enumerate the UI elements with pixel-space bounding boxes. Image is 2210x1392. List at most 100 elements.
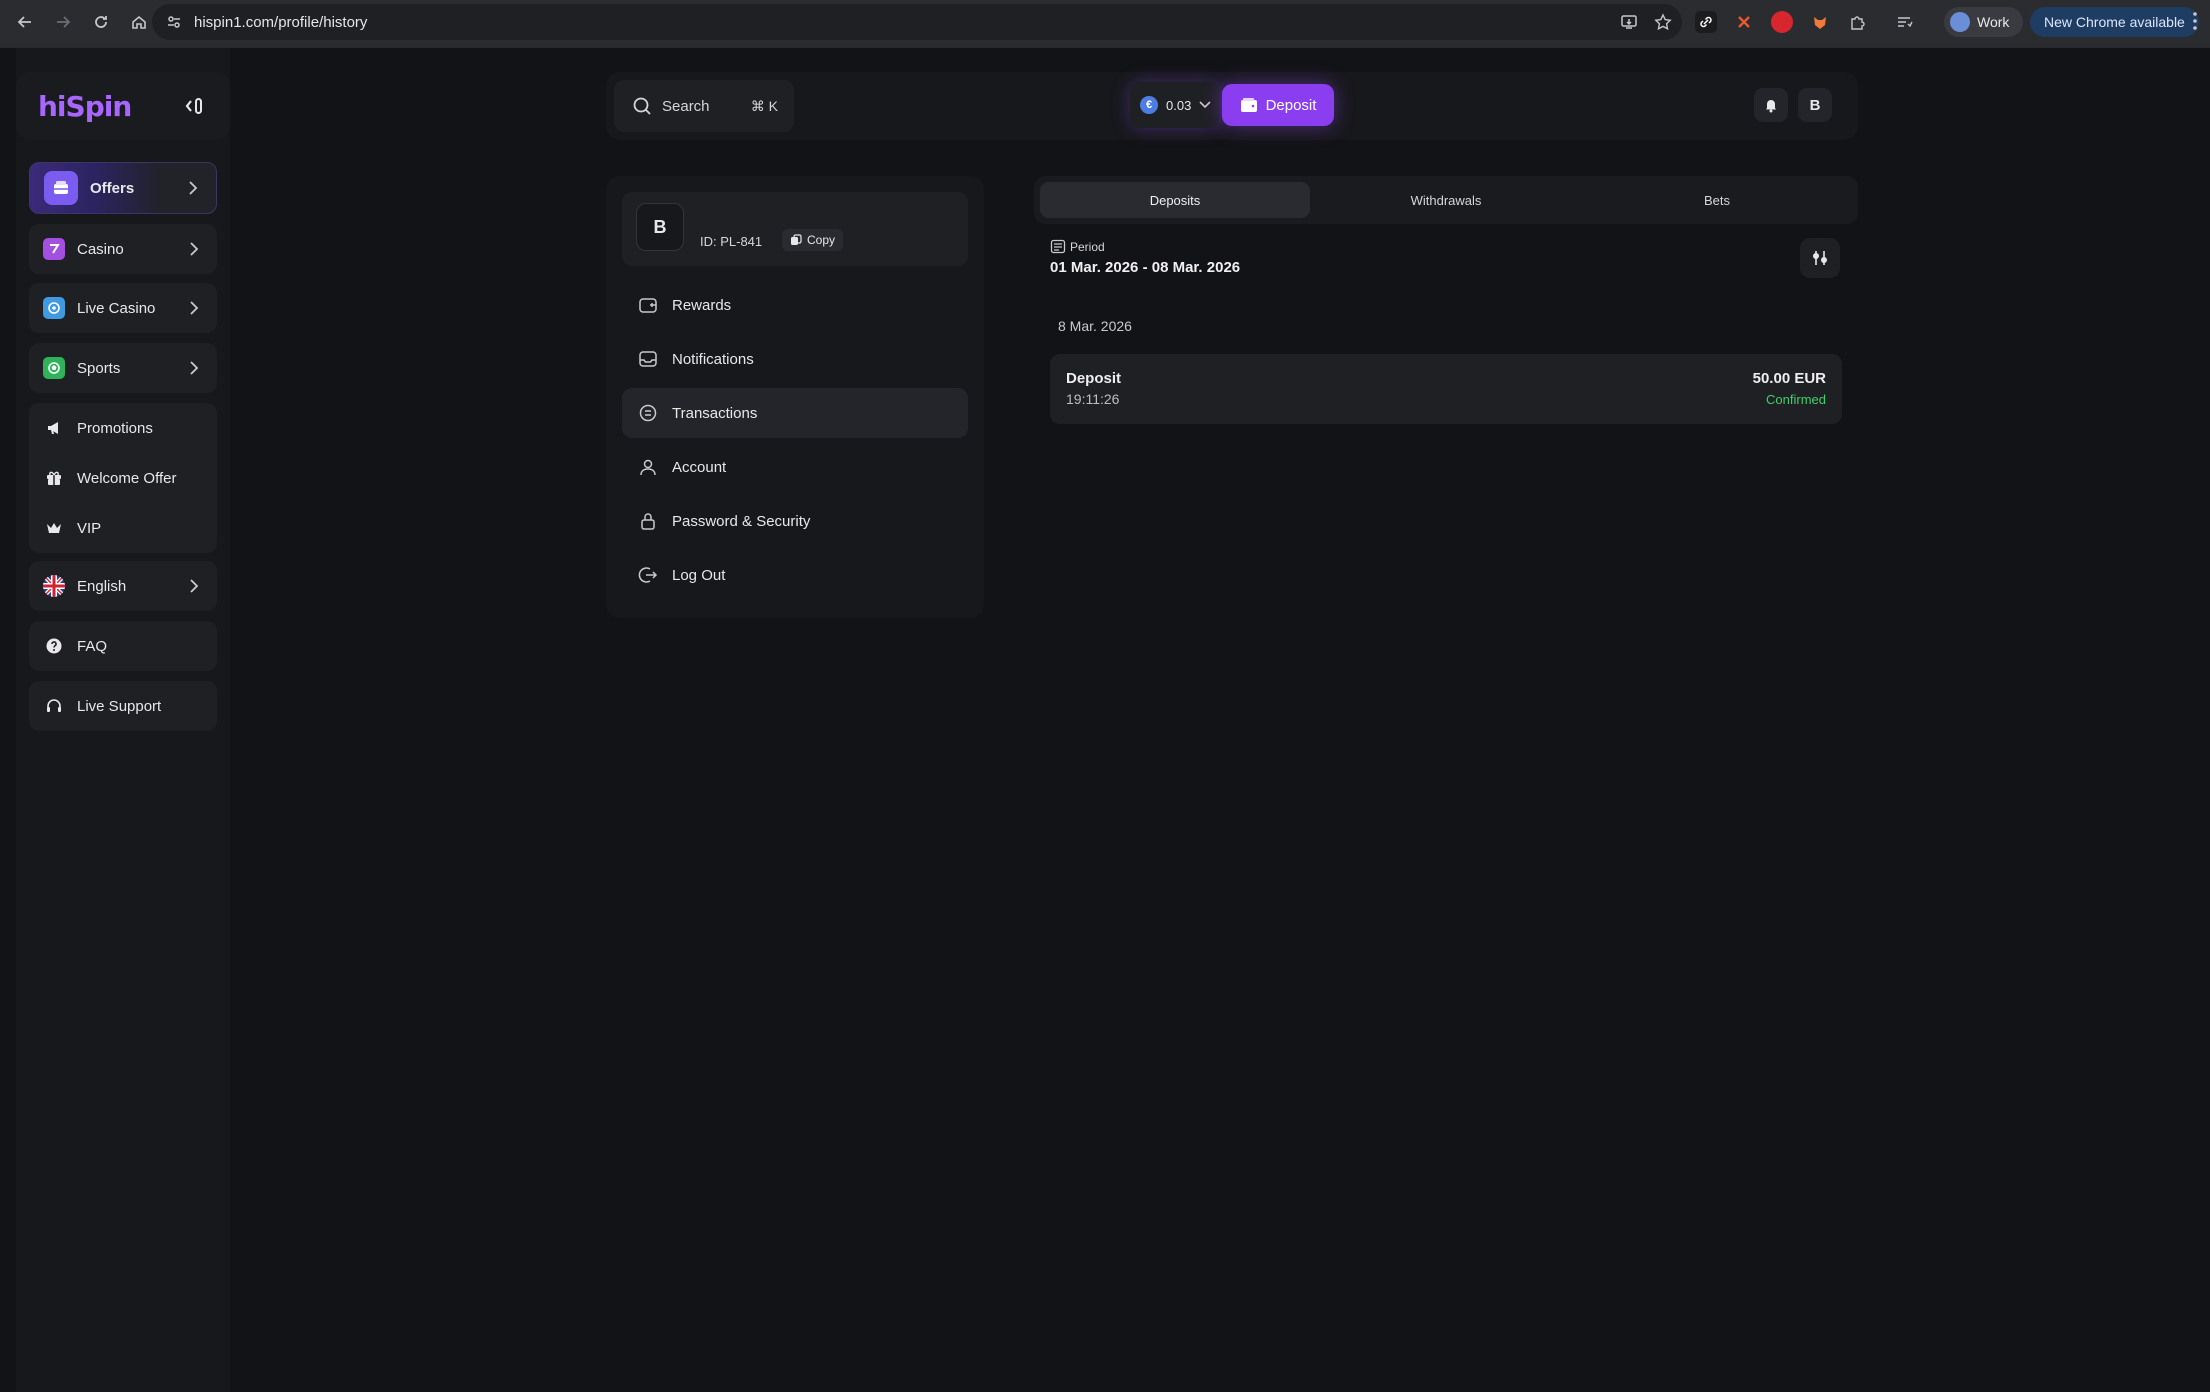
profile-chip[interactable]: Work <box>1944 7 2024 37</box>
transaction-type: Deposit <box>1066 370 1122 387</box>
lock-icon <box>638 511 658 531</box>
menu-item-label: Transactions <box>672 404 758 422</box>
transaction-amount: 50.00 EUR <box>1752 370 1826 387</box>
reading-list-icon[interactable] <box>1893 11 1915 33</box>
browser-toolbar: hispin1.com/profile/history Work New Chr… <box>0 0 2210 44</box>
period-value[interactable]: 01 Mar. 2026 - 08 Mar. 2026 <box>1050 259 1240 276</box>
balance-amount: 0.03 <box>1166 97 1192 113</box>
chevron-down-icon <box>1199 101 1211 109</box>
reload-icon[interactable] <box>82 3 120 41</box>
menu-item-password-security[interactable]: Password & Security <box>622 496 968 546</box>
install-app-icon[interactable] <box>1620 13 1638 31</box>
sidebar-item-label: English <box>77 577 127 595</box>
sidebar-item-language[interactable]: English <box>29 561 217 611</box>
extension-fox-icon[interactable] <box>1809 11 1831 33</box>
tab-withdrawals[interactable]: Withdrawals <box>1311 182 1581 218</box>
filter-button[interactable] <box>1800 238 1840 278</box>
user-initial: B <box>1809 96 1821 114</box>
sidebar-item-vip[interactable]: VIP <box>29 503 217 553</box>
transaction-time: 19:11:26 <box>1066 391 1120 407</box>
menu-item-label: Notifications <box>672 350 754 368</box>
balance-selector[interactable]: € 0.03 <box>1130 82 1220 128</box>
sidebar-item-promotions[interactable]: Promotions <box>29 403 217 453</box>
avatar-initial: B <box>653 216 667 237</box>
profile-menu-panel: B ID: PL-841 Copy Rewards Notifications … <box>606 176 984 618</box>
sidebar-item-live-casino[interactable]: Live Casino <box>29 283 217 333</box>
sidebar-item-label: FAQ <box>77 637 108 655</box>
copy-id-button[interactable]: Copy <box>782 229 844 251</box>
search-icon <box>632 96 652 116</box>
menu-item-notifications[interactable]: Notifications <box>622 334 968 384</box>
gift-icon <box>43 467 65 489</box>
menu-item-label: Account <box>672 458 727 476</box>
user-id: ID: PL-841 <box>700 234 763 249</box>
sports-icon <box>43 357 65 379</box>
extensions-puzzle-icon[interactable] <box>1847 11 1869 33</box>
transaction-row[interactable]: Deposit 19:11:26 50.00 EUR Confirmed <box>1050 354 1842 424</box>
chrome-update-button[interactable]: New Chrome available <box>2030 7 2199 37</box>
bookmark-star-icon[interactable] <box>1654 13 1672 31</box>
copy-icon <box>790 234 802 246</box>
search-label: Search <box>662 97 710 115</box>
back-icon[interactable] <box>6 3 44 41</box>
collapse-sidebar-icon[interactable] <box>184 96 206 116</box>
avatar: B <box>636 203 684 251</box>
logout-icon <box>638 565 658 585</box>
url-text[interactable]: hispin1.com/profile/history <box>194 14 367 31</box>
sidebar-item-label: VIP <box>77 519 102 537</box>
profile-avatar <box>1950 12 1970 32</box>
deposit-label: Deposit <box>1265 96 1317 114</box>
chevron-right-icon <box>189 241 199 257</box>
sidebar-item-label: Live Casino <box>77 299 156 317</box>
sliders-icon <box>1810 248 1830 268</box>
sidebar-item-label: Sports <box>77 359 121 377</box>
megaphone-icon <box>43 417 65 439</box>
site-logo[interactable]: hiSpin <box>38 90 132 123</box>
bell-icon <box>1763 97 1779 113</box>
extension-x-icon[interactable] <box>1733 11 1755 33</box>
chevron-right-icon <box>189 360 199 376</box>
transaction-tabs: Deposits Withdrawals Bets <box>1034 176 1858 224</box>
tab-bets[interactable]: Bets <box>1582 182 1852 218</box>
update-label: New Chrome available <box>2044 14 2185 30</box>
sidebar-item-offers[interactable]: Offers <box>29 162 217 214</box>
menu-item-label: Rewards <box>672 296 732 314</box>
status-badge: Confirmed <box>1766 392 1826 407</box>
menu-item-transactions[interactable]: Transactions <box>622 388 968 438</box>
menu-item-rewards[interactable]: Rewards <box>622 280 968 330</box>
casino-icon <box>43 238 65 260</box>
sidebar-item-casino[interactable]: Casino <box>29 224 217 274</box>
deposit-button[interactable]: Deposit <box>1222 84 1334 126</box>
sidebar-item-label: Live Support <box>77 697 162 715</box>
notifications-button[interactable] <box>1754 88 1788 122</box>
sidebar-item-welcome-offer[interactable]: Welcome Offer <box>29 453 217 503</box>
sidebar-promo-group: Promotions Welcome Offer VIP <box>29 403 217 553</box>
address-bar[interactable]: hispin1.com/profile/history <box>152 4 1682 40</box>
site-settings-icon[interactable] <box>156 4 192 40</box>
rewards-icon <box>638 295 658 315</box>
sidebar-item-faq[interactable]: FAQ <box>29 621 217 671</box>
top-header: Search ⌘ K € 0.03 Deposit B <box>606 72 1858 140</box>
menu-item-log-out[interactable]: Log Out <box>622 550 968 600</box>
live-casino-icon <box>43 297 65 319</box>
calendar-icon <box>1050 238 1066 254</box>
extension-link-icon[interactable] <box>1695 11 1717 33</box>
transactions-icon <box>638 403 658 423</box>
search-button[interactable]: Search ⌘ K <box>614 80 794 132</box>
menu-item-label: Password & Security <box>672 512 811 530</box>
tab-deposits[interactable]: Deposits <box>1040 182 1310 218</box>
headset-icon <box>43 695 65 717</box>
forward-icon[interactable] <box>44 3 82 41</box>
extension-shield-icon[interactable] <box>1771 11 1793 33</box>
user-menu-button[interactable]: B <box>1798 88 1832 122</box>
profile-card: B ID: PL-841 Copy <box>622 192 968 266</box>
sidebar-item-label: Offers <box>90 179 135 197</box>
chevron-right-icon <box>189 300 199 316</box>
sidebar-item-live-support[interactable]: Live Support <box>29 681 217 731</box>
menu-item-account[interactable]: Account <box>622 442 968 492</box>
uk-flag-icon <box>43 575 65 597</box>
sidebar-item-sports[interactable]: Sports <box>29 343 217 393</box>
page-top-strip <box>0 44 2210 48</box>
question-icon <box>43 635 65 657</box>
chrome-menu-icon[interactable] <box>2192 11 2198 31</box>
